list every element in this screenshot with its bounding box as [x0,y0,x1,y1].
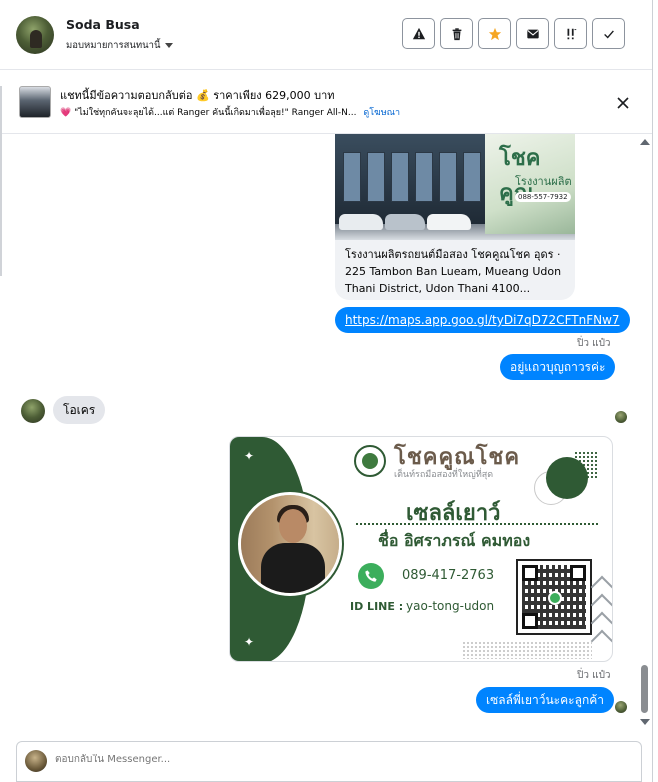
sparkle-icon: ✦ [244,635,255,649]
check-icon [603,29,614,39]
map-link[interactable]: https://maps.app.goo.gl/tyDi7qD72CFTnFNw… [345,313,620,327]
phone-icon [358,563,384,589]
priority-icon [567,28,576,39]
sender-name: ปิ่ว แป๋ว [577,670,611,681]
location-attachment-card[interactable]: โชคคูณ โรงงานผลิต แ 088-557-7932 โรงงานผ… [335,134,575,300]
reply-composer [16,741,642,782]
ad-snippet-row: 💗 "ไม่ใช่ทุกคันจะลุยได้...แต่ Ranger คัน… [60,105,400,119]
scroll-down-arrow[interactable] [640,719,650,725]
card-tagline: เต็นท์รถมือสองที่ใหญ่ที่สุด [394,470,494,480]
seen-indicator [615,701,627,713]
star-button[interactable] [478,18,511,49]
contact-avatar[interactable] [16,16,54,54]
follow-up-button[interactable] [554,18,587,49]
contact-name[interactable]: Soda Busa [66,17,140,32]
messenger-inbox-window: Soda Busa มอบหมายการสนทนานี้ แชทนี้มีข้อ… [0,0,658,782]
outgoing-message[interactable]: อยู่แถวบุญถาวรค่ะ [500,354,616,380]
mark-done-button[interactable] [592,18,625,49]
ad-snippet: 💗 "ไม่ใช่ทุกคันจะลุยได้...แต่ Ranger คัน… [60,108,357,118]
outgoing-message-link[interactable]: https://maps.app.goo.gl/tyDi7qD72CFTnFNw… [335,307,630,333]
brand-logo [354,445,386,477]
sparkle-icon: ✦ [244,449,255,463]
card-person-name: ชื่อ อิศราภรณ์ คมทอง [378,531,531,550]
reply-input[interactable] [55,754,615,765]
qr-code-icon [516,559,592,635]
assign-conversation-dropdown[interactable]: มอบหมายการสนทนานี้ [66,38,173,53]
conversation-toolbar [402,18,625,49]
close-icon[interactable] [614,94,632,112]
report-icon [412,27,425,39]
conversation-header: Soda Busa มอบหมายการสนทนานี้ [0,0,652,70]
page-avatar [25,750,47,772]
report-button[interactable] [402,18,435,49]
incoming-message[interactable]: โอเคร [53,396,106,424]
card-phone: 089-417-2763 [402,568,495,583]
delete-button[interactable] [440,18,473,49]
star-icon [488,27,501,40]
view-ad-link[interactable]: ดูโฆษณา [363,108,400,118]
sender-name: ปิ่ว แป๋ว [577,338,611,349]
location-photo: โชคคูณ โรงงานผลิต แ 088-557-7932 [335,134,575,240]
business-card-image[interactable]: ✦ ✦ โชคคูณโชค เต็นท์รถมือสองที่ใหญ่ที่สุ… [229,436,613,662]
location-address: โรงงานผลิตรถยนต์มือสอง โชคคูณโชค อุดร · … [345,248,562,295]
ad-thumbnail[interactable] [19,86,51,118]
location-banner: โชคคูณ โรงงานผลิต แ 088-557-7932 [485,134,575,234]
seen-indicator [615,411,627,423]
card-id-label: ID LINE : [350,600,404,613]
card-line-id: yao-tong-udon [406,599,495,613]
contact-avatar-small[interactable] [21,399,45,423]
salesperson-photo [238,492,342,596]
trash-icon [452,27,461,40]
ad-context-bar: แชทนี้มีข้อความตอบกลับต่อ 💰 ราคาเพียง 62… [0,72,652,134]
caret-down-icon [164,43,173,48]
scrollbar-thumb[interactable] [641,665,648,713]
ad-title: แชทนี้มีข้อความตอบกลับต่อ 💰 ราคาเพียง 62… [60,89,335,102]
scroll-up-arrow[interactable] [640,139,650,145]
mark-unread-button[interactable] [516,18,549,49]
mail-icon [526,29,539,38]
assign-label: มอบหมายการสนทนานี้ [66,40,161,51]
outgoing-message[interactable]: เซลล์พี่เยาว์นะคะลูกค้า [476,687,614,713]
